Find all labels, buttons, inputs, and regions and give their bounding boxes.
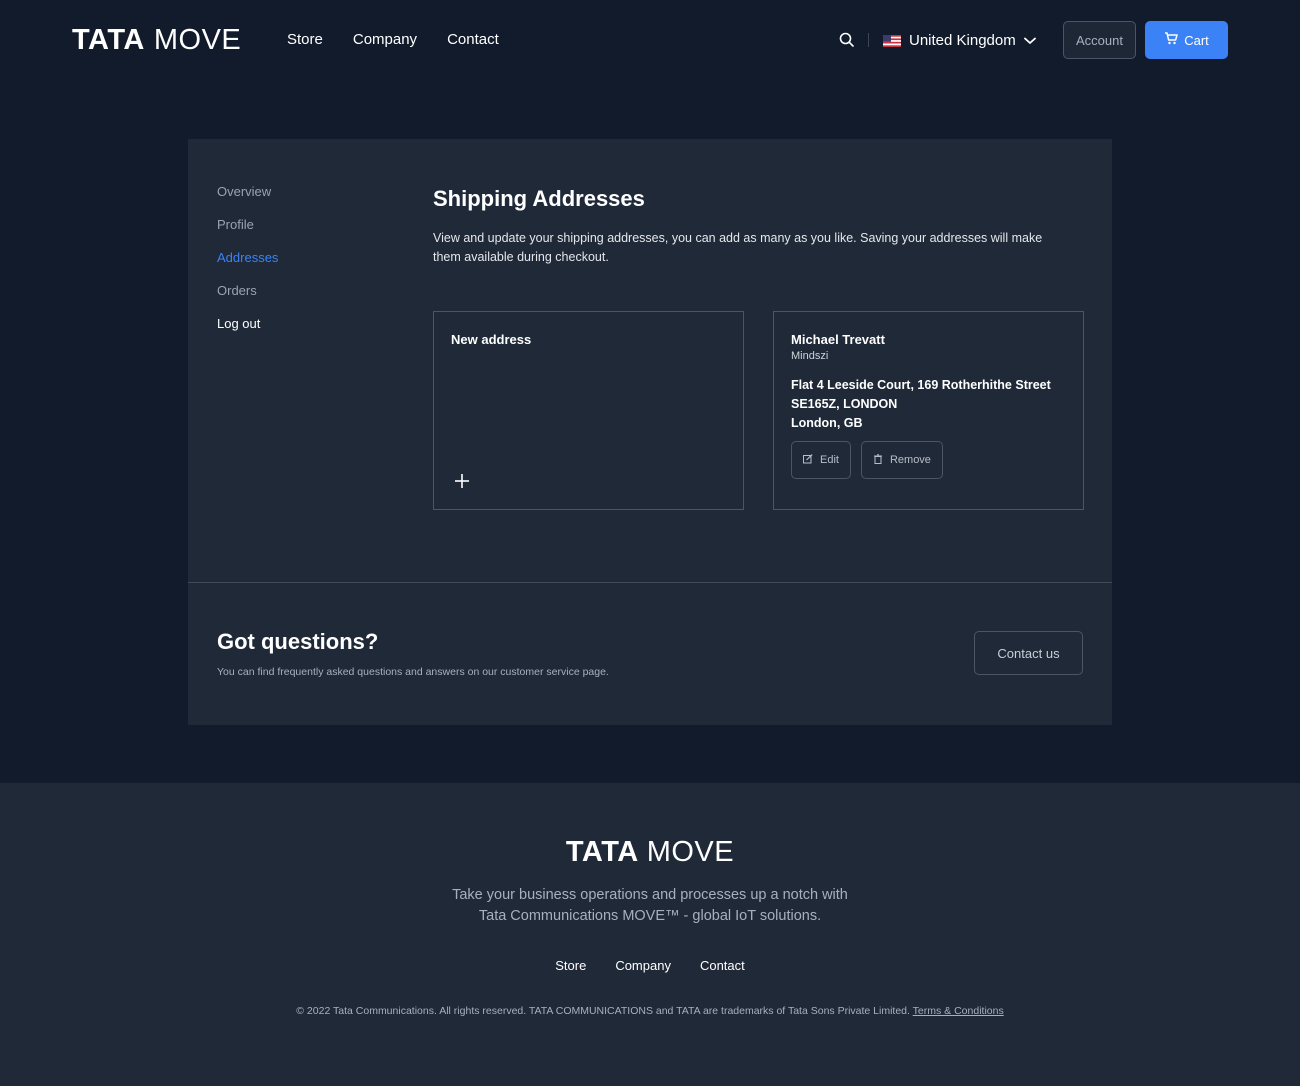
address-actions: Edit Remove — [791, 441, 943, 479]
cart-button[interactable]: Cart — [1145, 21, 1228, 59]
address-card: Michael Trevatt Mindszi Flat 4 Leeside C… — [773, 311, 1084, 510]
questions-description: You can find frequently asked questions … — [217, 666, 609, 678]
contact-us-button[interactable]: Contact us — [974, 631, 1083, 675]
address-lines: Flat 4 Leeside Court, 169 Rotherhithe St… — [791, 376, 1051, 433]
sidebar-item-profile[interactable]: Profile — [217, 217, 278, 233]
logo-tata: TATA — [72, 24, 145, 56]
tata-move-logo[interactable]: TATA MOVE — [72, 25, 241, 55]
chevron-down-icon — [1023, 32, 1036, 49]
page-title: Shipping Addresses — [433, 186, 645, 211]
terms-link[interactable]: Terms & Conditions — [913, 1005, 1004, 1017]
edit-icon — [803, 453, 813, 467]
footer-tagline-line-2: Tata Communications MOVE™ - global IoT s… — [478, 908, 822, 924]
address-line-1: Flat 4 Leeside Court, 169 Rotherhithe St… — [791, 378, 1051, 392]
header-divider — [868, 33, 869, 47]
remove-label: Remove — [889, 454, 931, 466]
footer-tagline: Take your business operations and proces… — [0, 885, 1300, 927]
nav-company-link[interactable]: Company — [353, 30, 417, 50]
copyright-text: © 2022 Tata Communications. All rights r… — [296, 1005, 910, 1017]
sidebar-item-addresses[interactable]: Addresses — [217, 250, 278, 266]
account-panel: Overview Profile Addresses Orders Log ou… — [188, 139, 1112, 725]
account-button[interactable]: Account — [1063, 21, 1136, 59]
site-footer: TATA MOVE Take your business operations … — [0, 783, 1300, 1086]
footer-logo-tata: TATA — [565, 836, 639, 868]
footer-logo-move: MOVE — [646, 836, 735, 868]
address-company: Mindszi — [791, 350, 829, 362]
plus-icon — [454, 473, 470, 489]
us-flag-icon — [883, 34, 901, 47]
sidebar-item-overview[interactable]: Overview — [217, 184, 278, 200]
main-nav: Store Company Contact — [287, 30, 499, 50]
questions-title: Got questions? — [217, 629, 379, 654]
page-description: View and update your shipping addresses,… — [433, 231, 1043, 264]
trash-icon — [873, 453, 883, 467]
country-selector[interactable]: United Kingdom — [883, 30, 1036, 50]
footer-copyright: © 2022 Tata Communications. All rights r… — [0, 1005, 1300, 1017]
cart-label: Cart — [1184, 32, 1209, 48]
search-icon[interactable] — [838, 31, 856, 49]
country-label: United Kingdom — [909, 31, 1016, 49]
nav-store-link[interactable]: Store — [287, 30, 323, 50]
footer-logo[interactable]: TATA MOVE — [0, 837, 1300, 867]
address-line-2: SE165Z, LONDON — [791, 397, 898, 411]
logo-move: MOVE — [153, 24, 242, 56]
edit-label: Edit — [820, 454, 839, 466]
address-line-3: London, GB — [791, 416, 863, 430]
remove-address-button[interactable]: Remove — [860, 441, 943, 479]
sidebar-item-orders[interactable]: Orders — [217, 283, 278, 299]
address-name: Michael Trevatt — [791, 332, 885, 347]
footer-nav: Store Company Contact — [0, 958, 1300, 973]
nav-contact-link[interactable]: Contact — [447, 30, 499, 50]
new-address-card[interactable]: New address — [433, 311, 744, 510]
top-header: TATA MOVE Store Company Contact United K… — [0, 0, 1300, 80]
footer-contact-link[interactable]: Contact — [700, 958, 745, 973]
new-address-label: New address — [451, 332, 532, 347]
account-sidebar: Overview Profile Addresses Orders Log ou… — [217, 184, 278, 332]
edit-address-button[interactable]: Edit — [791, 441, 851, 479]
sidebar-item-logout[interactable]: Log out — [217, 316, 278, 332]
cart-icon — [1164, 32, 1178, 48]
footer-store-link[interactable]: Store — [555, 958, 586, 973]
panel-divider — [188, 582, 1112, 583]
footer-tagline-line-1: Take your business operations and proces… — [452, 887, 848, 903]
footer-company-link[interactable]: Company — [615, 958, 671, 973]
